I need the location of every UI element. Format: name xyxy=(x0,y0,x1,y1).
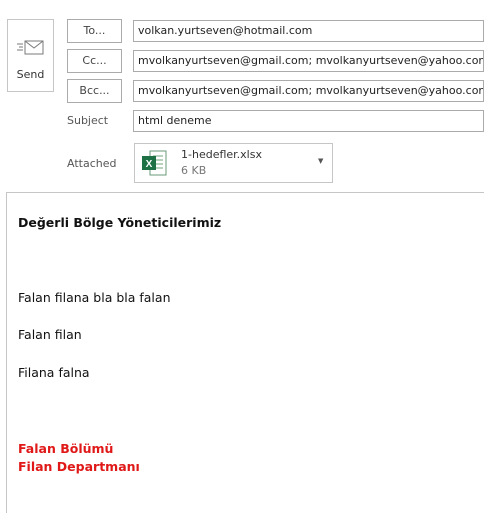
bcc-field[interactable]: mvolkanyurtseven@gmail.com; mvolkanyurts… xyxy=(133,80,484,102)
send-button[interactable]: Send xyxy=(7,19,54,92)
body-line: Falan filan xyxy=(18,327,82,342)
subject-field[interactable]: html deneme xyxy=(133,110,484,132)
bcc-button[interactable]: Bcc... xyxy=(67,79,122,103)
send-envelope-icon xyxy=(17,40,44,55)
svg-text:X: X xyxy=(146,159,153,170)
body-line: Filana falna xyxy=(18,365,90,380)
excel-file-icon: X xyxy=(142,150,167,176)
send-label: Send xyxy=(16,68,45,81)
cc-button[interactable]: Cc... xyxy=(67,49,122,73)
to-field[interactable]: volkan.yurtseven@hotmail.com xyxy=(133,20,484,42)
attachment-name: 1-hedefler.xlsx xyxy=(181,148,262,161)
subject-label: Subject xyxy=(67,114,109,127)
attachment-size: 6 KB xyxy=(181,164,207,177)
attachment-dropdown-icon[interactable]: ▼ xyxy=(318,157,323,165)
attachment-item[interactable]: X 1-hedefler.xlsx 6 KB ▼ xyxy=(134,143,333,183)
body-line: Falan filana bla bla falan xyxy=(18,290,171,305)
cc-field[interactable]: mvolkanyurtseven@gmail.com; mvolkanyurts… xyxy=(133,50,484,72)
greeting-text: Değerli Bölge Yöneticilerimiz xyxy=(18,215,222,230)
signature-line: Filan Departmanı xyxy=(18,459,140,474)
signature-line: Falan Bölümü xyxy=(18,441,114,456)
to-button[interactable]: To... xyxy=(67,19,122,43)
attached-label: Attached xyxy=(67,157,117,170)
